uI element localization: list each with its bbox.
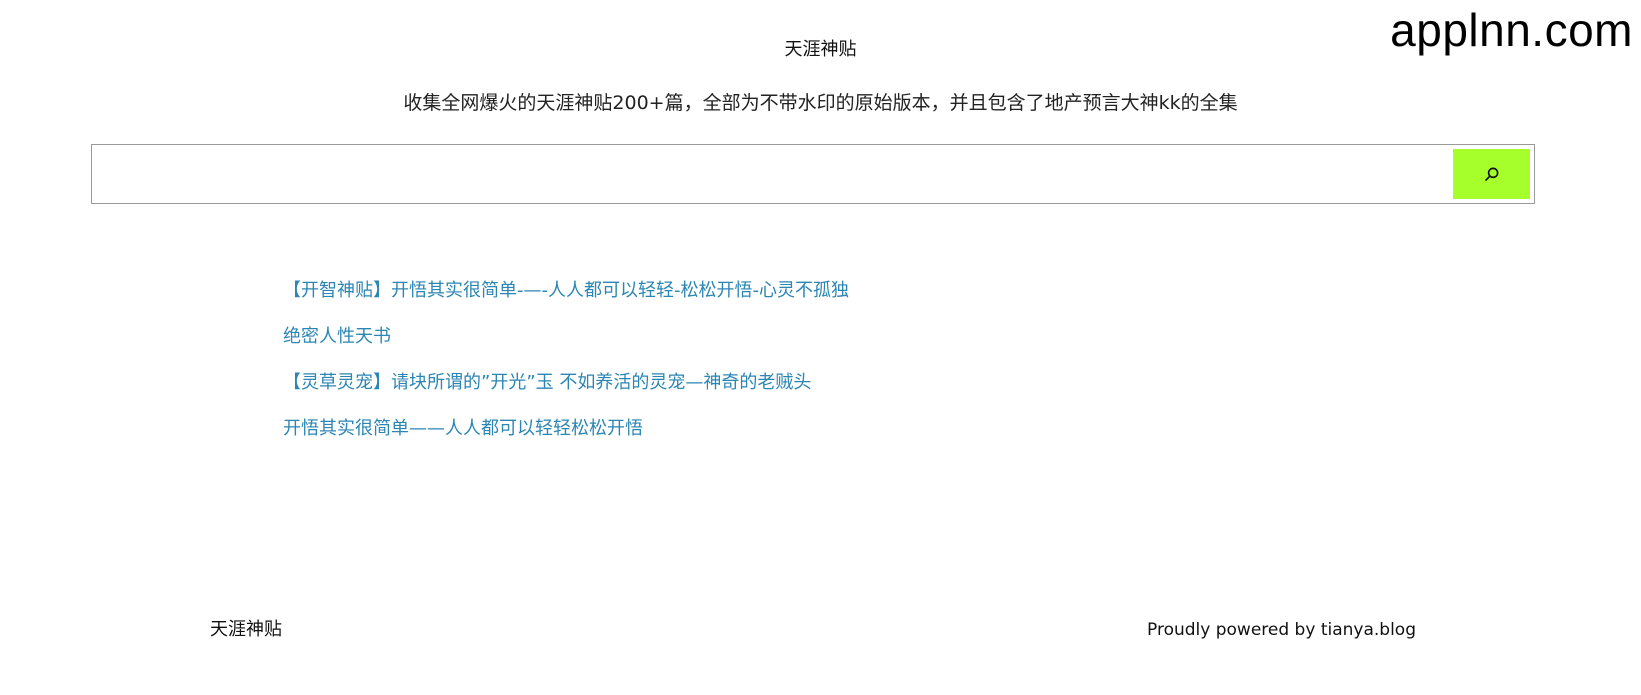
search-icon	[1483, 165, 1501, 183]
footer-credit: Proudly powered by tianya.blog	[1147, 620, 1416, 640]
list-item: 开悟其实很简单——人人都可以轻轻松松开悟	[283, 412, 849, 458]
search-input[interactable]	[92, 145, 1452, 203]
list-item: 【灵草灵宠】请块所谓的”开光”玉 不如养活的灵宠—神奇的老贼头	[283, 366, 849, 412]
post-link[interactable]: 【灵草灵宠】请块所谓的”开光”玉 不如养活的灵宠—神奇的老贼头	[283, 372, 811, 393]
list-item: 绝密人性天书	[283, 320, 849, 366]
site-title[interactable]: 天涯神贴	[0, 38, 1641, 62]
footer-site-name[interactable]: 天涯神贴	[210, 618, 282, 642]
post-link[interactable]: 开悟其实很简单——人人都可以轻轻松松开悟	[283, 418, 643, 439]
search-button[interactable]	[1453, 149, 1530, 199]
list-item: 【开智神贴】开悟其实很简单-—-人人都可以轻轻-松松开悟-心灵不孤独	[283, 274, 849, 320]
site-description: 收集全网爆火的天涯神贴200+篇，全部为不带水印的原始版本，并且包含了地产预言大…	[403, 92, 1238, 114]
post-link[interactable]: 【开智神贴】开悟其实很简单-—-人人都可以轻轻-松松开悟-心灵不孤独	[283, 280, 849, 301]
post-link[interactable]: 绝密人性天书	[283, 326, 391, 347]
search-form	[91, 144, 1535, 204]
post-list: 【开智神贴】开悟其实很简单-—-人人都可以轻轻-松松开悟-心灵不孤独 绝密人性天…	[283, 274, 849, 458]
